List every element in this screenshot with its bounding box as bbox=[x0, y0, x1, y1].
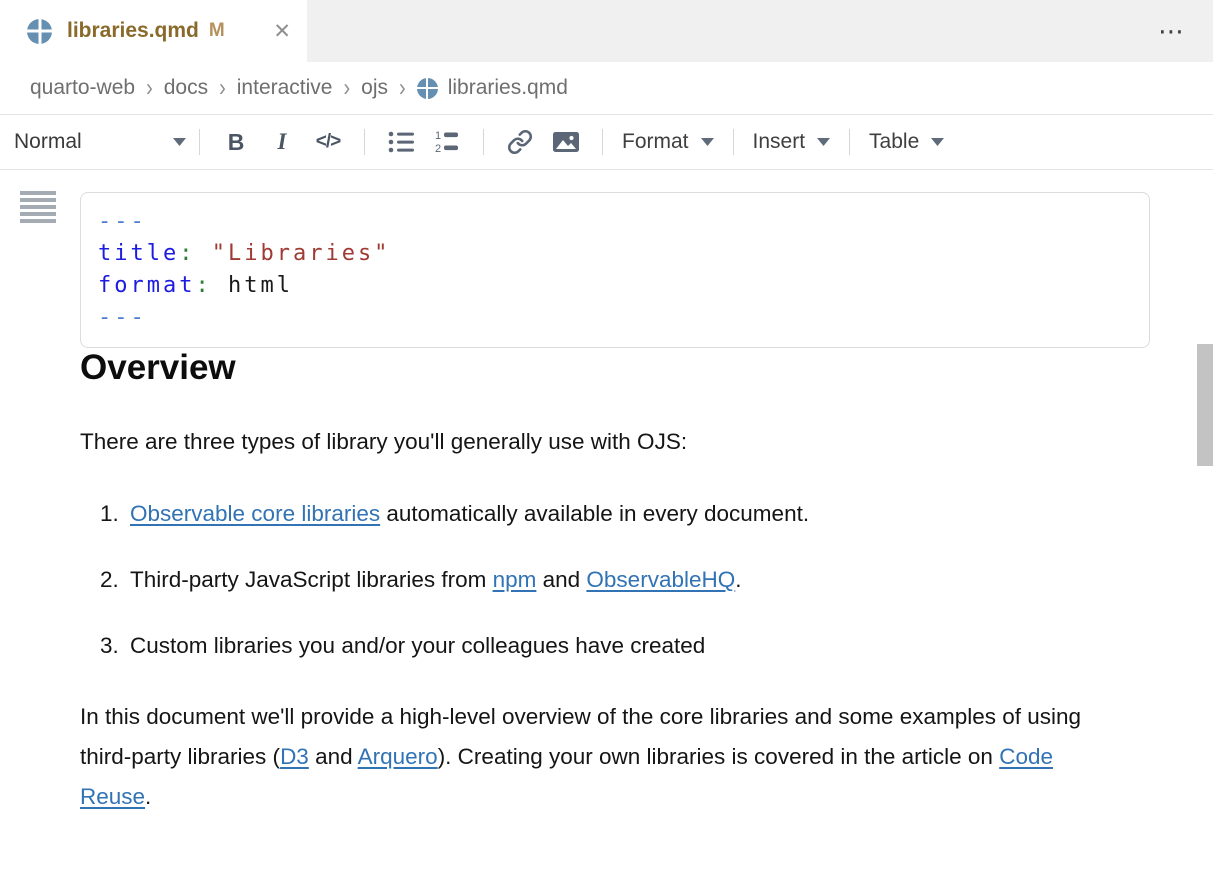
text-segment: ). Creating your own libraries is covere… bbox=[438, 744, 1000, 769]
quarto-icon bbox=[417, 78, 438, 99]
chevron-down-icon bbox=[701, 138, 714, 146]
code-token: : bbox=[195, 273, 211, 298]
format-menu-label: Format bbox=[622, 130, 689, 154]
text-link[interactable]: ObservableHQ bbox=[586, 567, 735, 592]
chevron-down-icon bbox=[817, 138, 830, 146]
code-icon: </> bbox=[316, 131, 340, 153]
more-actions-icon[interactable]: ⋯ bbox=[1158, 16, 1185, 47]
text-link[interactable]: D3 bbox=[280, 744, 309, 769]
code-token bbox=[212, 273, 228, 298]
chevron-right-icon: › bbox=[219, 74, 226, 103]
text-segment: automatically available in every documen… bbox=[380, 501, 809, 526]
formatting-toolbar: Normal B I </> 1 2 Fo bbox=[0, 115, 1213, 170]
breadcrumb-item-file[interactable]: libraries.qmd bbox=[448, 76, 568, 100]
text-link[interactable]: Arquero bbox=[358, 744, 438, 769]
chevron-right-icon: › bbox=[343, 74, 350, 103]
modified-badge: M bbox=[209, 20, 225, 42]
bold-icon: B bbox=[228, 129, 245, 156]
toolbar-divider bbox=[364, 129, 365, 155]
toolbar-divider bbox=[483, 129, 484, 155]
toolbar-divider bbox=[733, 129, 734, 155]
chevron-right-icon: › bbox=[146, 74, 153, 103]
block-drag-handle-icon[interactable] bbox=[20, 191, 56, 224]
list-marker: 3. bbox=[100, 632, 119, 660]
text-segment: Custom libraries you and/or your colleag… bbox=[130, 633, 705, 658]
numbered-list-icon: 1 2 bbox=[434, 129, 461, 155]
heading-overview[interactable]: Overview bbox=[80, 347, 1092, 389]
table-menu-label: Table bbox=[869, 130, 919, 154]
numbered-list-button[interactable]: 1 2 bbox=[424, 122, 470, 162]
quarto-icon bbox=[27, 19, 52, 44]
text-segment: and bbox=[309, 744, 358, 769]
bullet-list-icon bbox=[388, 130, 415, 154]
italic-icon: I bbox=[278, 129, 287, 155]
paragraph-style-select[interactable]: Normal bbox=[14, 130, 186, 154]
document-body: Overview There are three types of librar… bbox=[80, 347, 1092, 817]
code-token: format bbox=[98, 273, 195, 298]
breadcrumb-item-interactive[interactable]: interactive bbox=[237, 76, 333, 100]
paragraph-style-value: Normal bbox=[14, 130, 82, 154]
outro-paragraph[interactable]: In this document we'll provide a high-le… bbox=[80, 697, 1092, 817]
list-item-text: Third-party JavaScript libraries from np… bbox=[130, 567, 742, 592]
insert-link-button[interactable] bbox=[497, 122, 543, 162]
visual-editor-canvas[interactable]: ---title: "Libraries"format: html--- Ove… bbox=[0, 170, 1213, 889]
intro-paragraph[interactable]: There are three types of library you'll … bbox=[80, 422, 1092, 462]
toolbar-divider bbox=[199, 129, 200, 155]
bold-button[interactable]: B bbox=[213, 122, 259, 162]
code-token: : bbox=[179, 241, 195, 266]
list-item-text: Observable core libraries automatically … bbox=[130, 501, 809, 526]
list-item[interactable]: 2. Third-party JavaScript libraries from… bbox=[80, 566, 1092, 594]
vertical-scrollbar[interactable] bbox=[1197, 344, 1213, 466]
code-token: title bbox=[98, 241, 179, 266]
code-button[interactable]: </> bbox=[305, 122, 351, 162]
code-token bbox=[195, 241, 211, 266]
code-token: --- bbox=[98, 209, 147, 234]
tab-title: libraries.qmd bbox=[67, 19, 199, 43]
list-item[interactable]: 1. Observable core libraries automatical… bbox=[80, 500, 1092, 528]
text-segment: Third-party JavaScript libraries from bbox=[130, 567, 493, 592]
italic-button[interactable]: I bbox=[259, 122, 305, 162]
chevron-down-icon bbox=[931, 138, 944, 146]
tab-libraries-qmd[interactable]: libraries.qmd M ✕ bbox=[0, 0, 307, 62]
text-link[interactable]: npm bbox=[493, 567, 537, 592]
text-segment: . bbox=[735, 567, 741, 592]
image-icon bbox=[552, 130, 580, 154]
code-line: format: html bbox=[98, 270, 1132, 302]
toolbar-divider bbox=[849, 129, 850, 155]
yaml-front-matter-block[interactable]: ---title: "Libraries"format: html--- bbox=[80, 192, 1150, 348]
text-segment: . bbox=[145, 784, 151, 809]
svg-text:1: 1 bbox=[435, 130, 441, 142]
tab-bar: libraries.qmd M ✕ ⋯ bbox=[0, 0, 1213, 62]
breadcrumb-item-ojs[interactable]: ojs bbox=[361, 76, 388, 100]
list-item[interactable]: 3. Custom libraries you and/or your coll… bbox=[80, 632, 1092, 660]
list-marker: 2. bbox=[100, 566, 119, 594]
insert-image-button[interactable] bbox=[543, 122, 589, 162]
code-token: "Libraries" bbox=[212, 241, 391, 266]
insert-menu[interactable]: Insert bbox=[747, 130, 837, 154]
code-line: --- bbox=[98, 302, 1132, 334]
table-menu[interactable]: Table bbox=[863, 130, 950, 154]
svg-text:2: 2 bbox=[435, 143, 441, 155]
breadcrumb-item-docs[interactable]: docs bbox=[164, 76, 208, 100]
close-icon[interactable]: ✕ bbox=[273, 21, 291, 42]
link-icon bbox=[507, 129, 533, 155]
text-link[interactable]: Observable core libraries bbox=[130, 501, 380, 526]
numbered-list: 1. Observable core libraries automatical… bbox=[80, 500, 1092, 660]
code-line: --- bbox=[98, 206, 1132, 238]
breadcrumb: quarto-web › docs › interactive › ojs › … bbox=[0, 62, 1213, 115]
chevron-right-icon: › bbox=[399, 74, 406, 103]
format-menu[interactable]: Format bbox=[616, 130, 720, 154]
code-token: html bbox=[228, 273, 293, 298]
breadcrumb-item-quarto-web[interactable]: quarto-web bbox=[30, 76, 135, 100]
list-marker: 1. bbox=[100, 500, 119, 528]
text-segment: and bbox=[536, 567, 586, 592]
insert-menu-label: Insert bbox=[753, 130, 806, 154]
list-item-text: Custom libraries you and/or your colleag… bbox=[130, 633, 705, 658]
chevron-down-icon bbox=[173, 138, 186, 146]
bullet-list-button[interactable] bbox=[378, 122, 424, 162]
code-line: title: "Libraries" bbox=[98, 238, 1132, 270]
code-token: --- bbox=[98, 305, 147, 330]
toolbar-divider bbox=[602, 129, 603, 155]
